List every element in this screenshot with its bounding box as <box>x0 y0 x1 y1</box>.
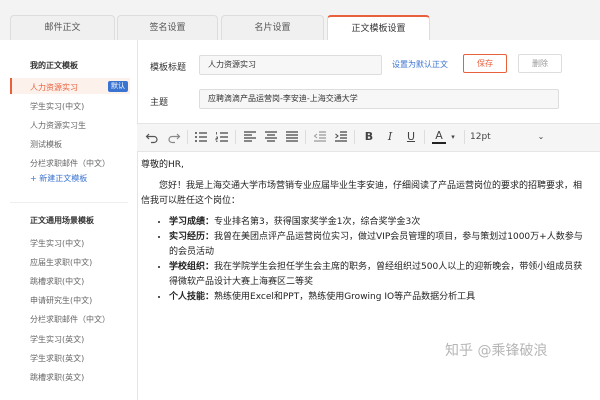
toolbar-divider <box>187 130 188 144</box>
bullet-label: 学习成绩： <box>169 217 215 227</box>
align-center-icon[interactable] <box>264 130 278 144</box>
template-sidebar: 我的正文模板 人力资源实习 默认 学生实习(中文) 人力资源实习生 测试模板 分… <box>0 40 138 400</box>
greeting-line: 尊敬的HR, <box>141 160 184 170</box>
toolbar-divider <box>464 130 465 144</box>
template-item[interactable]: 分栏求职邮件（中文） <box>30 158 110 169</box>
title-label: 模板标题 <box>150 63 187 73</box>
tab-bar: 邮件正文 签名设置 名片设置 正文模板设置 <box>0 0 600 40</box>
template-item[interactable]: 学生实习(中文) <box>30 101 84 112</box>
template-title-input[interactable]: 人力资源实习 <box>199 55 382 75</box>
bullet-list-icon[interactable] <box>194 130 208 144</box>
editor-toolbar: B I U A ▾ 12pt ⌄ <box>137 123 600 152</box>
bullet-text: 我在学院学生会担任学生会主席的职务，曾经组织过500人以上的迎新晚会，带领小组成… <box>169 262 583 287</box>
outdent-icon[interactable] <box>313 130 327 144</box>
watermark: 知乎 @乘锋破浪 <box>445 343 548 359</box>
editor-content[interactable]: 尊敬的HR, 您好！我是上海交通大学市场营销专业应届毕业生李安迪，仔细阅读了产品… <box>141 158 586 305</box>
save-button[interactable]: 保存 <box>463 54 507 73</box>
bullet-text: 我曾在美团点评产品运营岗位实习，做过VIP会员管理的项目，参与策划过1000万+… <box>169 232 583 257</box>
redo-icon[interactable] <box>167 130 181 144</box>
common-template-item[interactable]: 分栏求职邮件（中文） <box>30 314 110 325</box>
font-size-select[interactable]: 12pt <box>470 130 494 144</box>
default-badge: 默认 <box>108 81 128 92</box>
bullet-list: 学习成绩：专业排名第3，获得国家奖学金1次，综合奖学金3次 实习经历：我曾在美团… <box>141 215 586 305</box>
chevron-down-icon[interactable]: ⌄ <box>536 130 546 144</box>
list-item: 学校组织：我在学院学生会担任学生会主席的职务，曾经组织过500人以上的迎新晚会，… <box>169 260 586 290</box>
underline-icon[interactable]: U <box>404 130 418 144</box>
list-item: 个人技能：熟练使用Excel和PPT，熟练使用Growing IO等产品数据分析… <box>169 290 586 305</box>
common-templates-title: 正文通用场景模板 <box>30 216 94 225</box>
list-item: 实习经历：我曾在美团点评产品运营岗位实习，做过VIP会员管理的项目，参与策划过1… <box>169 230 586 260</box>
subject-label: 主题 <box>150 98 169 108</box>
list-item: 学习成绩：专业排名第3，获得国家奖学金1次，综合奖学金3次 <box>169 215 586 230</box>
template-item[interactable]: 人力资源实习生 <box>30 120 86 131</box>
align-left-icon[interactable] <box>243 130 257 144</box>
template-item-hr-intern[interactable]: 人力资源实习 <box>30 82 78 93</box>
numbered-list-icon[interactable] <box>215 130 229 144</box>
toolbar-divider <box>305 130 306 144</box>
subject-input[interactable]: 应聘滴滴产品运营岗-李安迪-上海交通大学 <box>199 89 559 109</box>
common-template-item[interactable]: 应届生求职(中文) <box>30 257 92 268</box>
common-template-item[interactable]: 跳槽求职(英文) <box>30 372 84 383</box>
common-template-item[interactable]: 学生实习(英文) <box>30 334 84 345</box>
tab-email-body[interactable]: 邮件正文 <box>10 15 115 40</box>
italic-icon[interactable]: I <box>383 130 397 144</box>
tab-body-template[interactable]: 正文模板设置 <box>327 15 430 40</box>
toolbar-divider <box>235 130 236 144</box>
common-template-item[interactable]: 申请研究生(中文) <box>30 295 92 306</box>
template-item[interactable]: 测试模板 <box>30 139 62 150</box>
tab-signature[interactable]: 签名设置 <box>117 15 218 40</box>
bullet-label: 个人技能： <box>169 292 215 302</box>
toolbar-divider <box>354 130 355 144</box>
set-default-link[interactable]: 设置为默认正文 <box>392 59 448 70</box>
bold-icon[interactable]: B <box>362 130 376 144</box>
sidebar-divider <box>10 202 128 203</box>
indent-icon[interactable] <box>334 130 348 144</box>
bullet-label: 实习经历： <box>169 232 215 242</box>
my-templates-title: 我的正文模板 <box>30 61 78 70</box>
toolbar-divider <box>424 130 425 144</box>
new-template-link[interactable]: + 新建正文模板 <box>30 173 87 184</box>
common-template-item[interactable]: 学生求职(英文) <box>30 353 84 364</box>
bullet-label: 学校组织： <box>169 262 215 272</box>
bullet-text: 熟练使用Excel和PPT，熟练使用Growing IO等产品数据分析工具 <box>214 292 476 302</box>
font-color-icon[interactable]: A <box>432 130 446 144</box>
common-template-item[interactable]: 学生实习(中文) <box>30 238 84 249</box>
delete-button[interactable]: 删除 <box>518 54 562 73</box>
bullet-text: 专业排名第3，获得国家奖学金1次，综合奖学金3次 <box>214 217 421 227</box>
chevron-down-icon[interactable]: ▾ <box>448 130 458 144</box>
tab-business-card[interactable]: 名片设置 <box>221 15 324 40</box>
intro-paragraph: 您好！我是上海交通大学市场营销专业应届毕业生李安迪，仔细阅读了产品运营岗位的要求… <box>141 181 583 206</box>
align-justify-icon[interactable] <box>285 130 299 144</box>
common-template-item[interactable]: 跳槽求职(中文) <box>30 276 84 287</box>
undo-icon[interactable] <box>145 130 159 144</box>
